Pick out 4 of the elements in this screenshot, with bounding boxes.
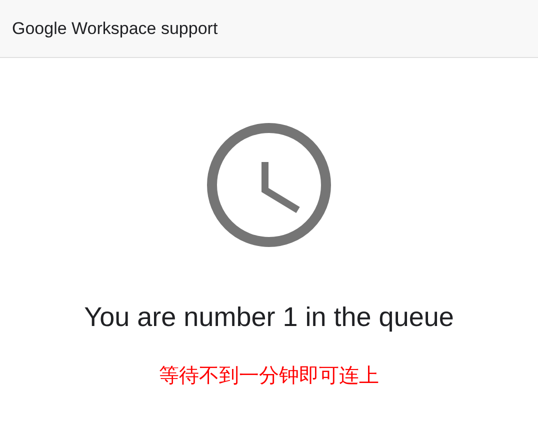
wait-note: 等待不到一分钟即可连上 (159, 365, 379, 385)
header-title: Google Workspace support (12, 18, 218, 40)
clock-icon (206, 122, 332, 248)
queue-message: You are number 1 in the queue (84, 304, 454, 331)
